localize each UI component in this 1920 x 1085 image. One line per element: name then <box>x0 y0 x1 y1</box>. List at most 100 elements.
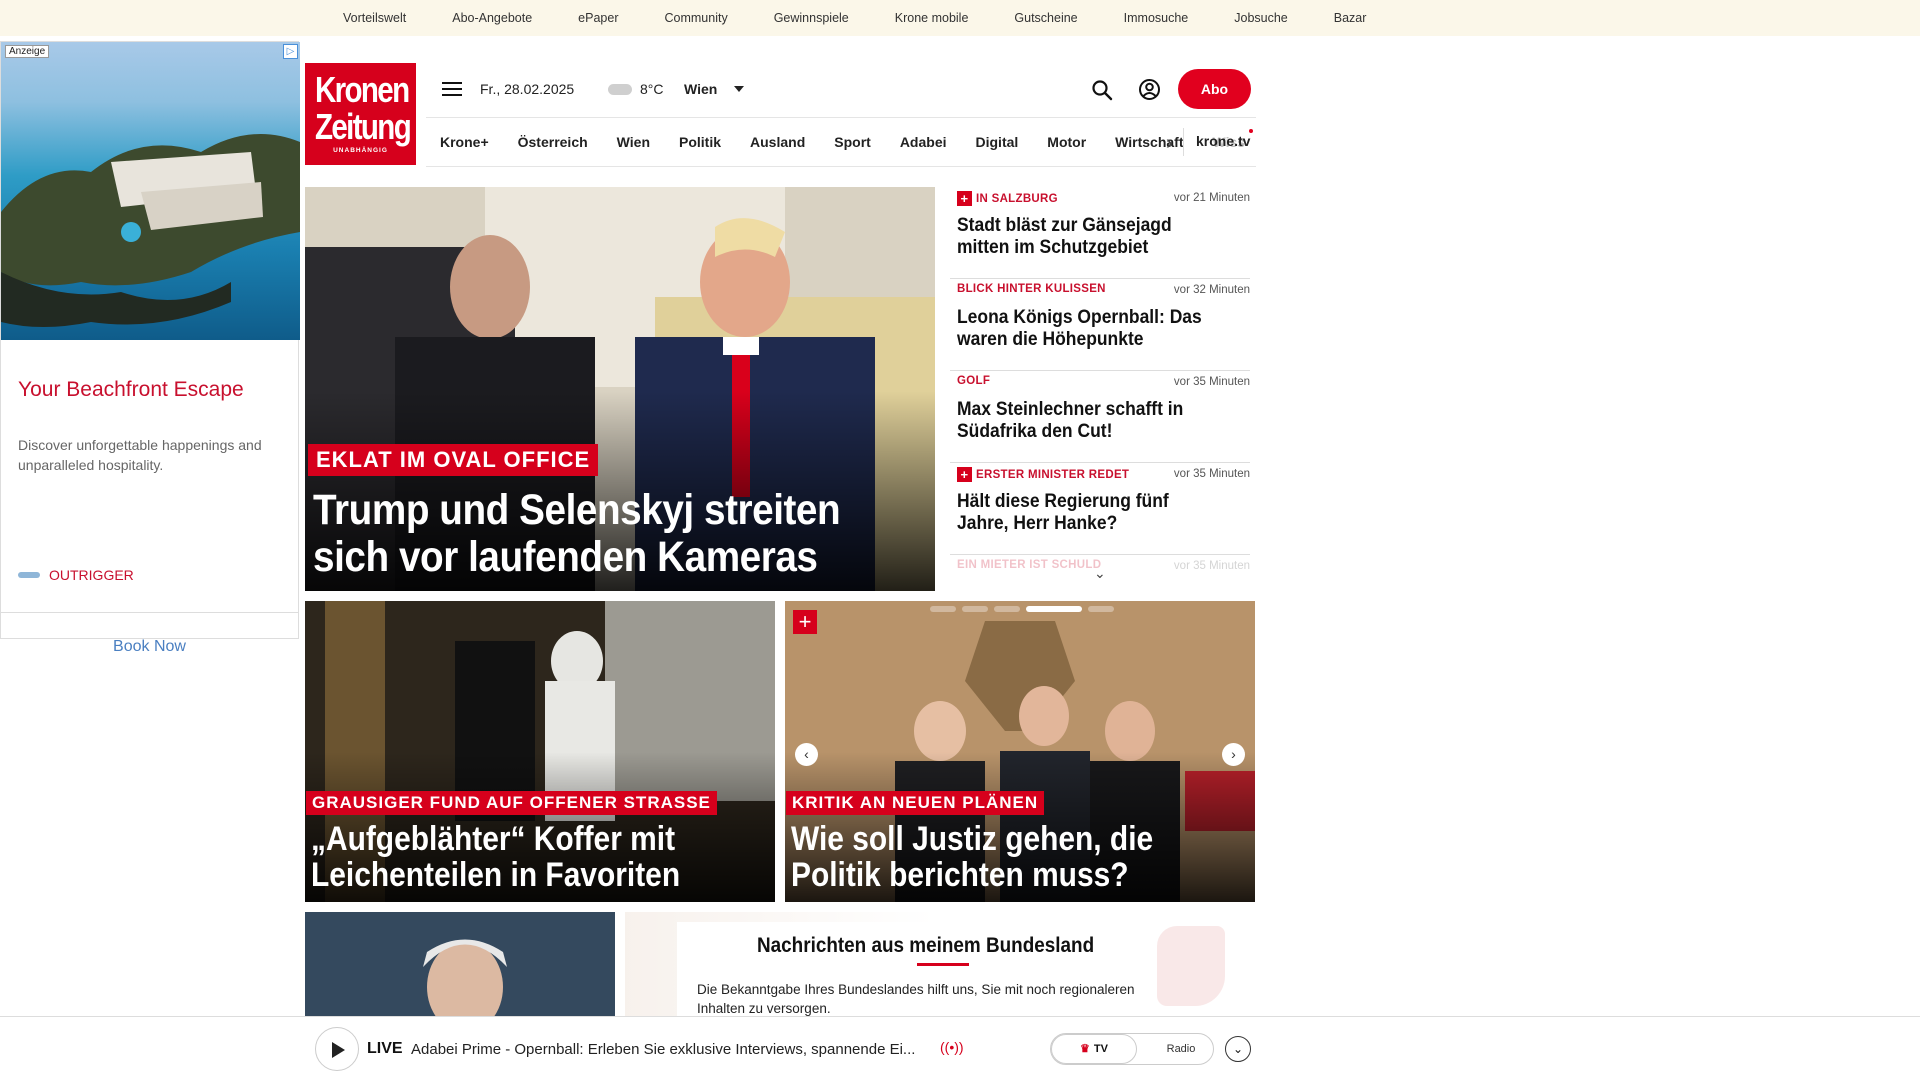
cloud-icon <box>608 84 632 95</box>
news-headline[interactable]: Max Steinlechner schafft in Südafrika de… <box>957 399 1215 443</box>
news-category: + IN SALZBURG <box>957 191 1058 206</box>
radio-toggle-button[interactable]: Radio <box>1151 1034 1211 1064</box>
link-immosuche[interactable]: Immosuche <box>1124 11 1189 25</box>
live-description[interactable]: Adabei Prime - Opernball: Erleben Sie ex… <box>411 1041 915 1058</box>
news-category-label: EIN MIETER IST SCHULD <box>957 559 1102 571</box>
ad-brand[interactable]: OUTRIGGER <box>18 567 134 583</box>
news-item[interactable]: + ERSTER MINISTER REDET vor 35 Minuten Hä… <box>950 463 1250 555</box>
show-more-chevron-icon[interactable]: ⌄ <box>1094 565 1106 582</box>
nav-item-sport[interactable]: Sport <box>834 134 871 150</box>
top-service-bar: Vorteilswelt Abo-Angebote ePaper Communi… <box>0 0 1920 36</box>
news-category-label: BLICK HINTER KULISSEN <box>957 283 1106 295</box>
main-navigation: Krone+ Österreich Wien Politik Ausland S… <box>426 117 1256 167</box>
nav-item-motor[interactable]: Motor <box>1047 134 1086 150</box>
search-icon[interactable] <box>1091 79 1113 101</box>
link-bazar[interactable]: Bazar <box>1334 11 1367 25</box>
link-jobsuche[interactable]: Jobsuche <box>1234 11 1288 25</box>
nav-item-politik[interactable]: Politik <box>679 134 721 150</box>
news-item[interactable]: + IN SALZBURG vor 21 Minuten Stadt bläst … <box>950 187 1250 279</box>
tv-toggle-label: TV <box>1093 1043 1108 1055</box>
current-date: Fr., 28.02.2025 <box>480 81 575 97</box>
link-gewinnspiele[interactable]: Gewinnspiele <box>774 11 849 25</box>
hamburger-menu-icon[interactable] <box>442 82 462 96</box>
nav-item-adabei[interactable]: Adabei <box>900 134 947 150</box>
ad-brand-name: OUTRIGGER <box>49 567 134 583</box>
news-time: vor 35 Minuten <box>1173 376 1250 388</box>
teaser-title[interactable]: „Aufgeblähter“ Koffer mit Leichenteilen … <box>311 821 725 893</box>
krone-plus-icon: + <box>957 467 972 482</box>
link-krone-mobile[interactable]: Krone mobile <box>895 11 969 25</box>
outrigger-logo-icon <box>18 572 40 578</box>
slider-next-icon[interactable]: › <box>1222 743 1245 766</box>
temperature: 8°C <box>640 81 664 97</box>
news-headline[interactable]: Hält diese Regierung fünf Jahre, Herr Ha… <box>957 491 1215 535</box>
krone-plus-icon: + <box>957 191 972 206</box>
krone-plus-icon: + <box>793 610 817 634</box>
expand-player-icon[interactable]: ⌄ <box>1225 1036 1251 1062</box>
logo-line1: Kronen <box>314 69 410 110</box>
slider-dot[interactable] <box>962 606 988 612</box>
teaser-slider-article[interactable]: + ‹ › KRITIK AN NEUEN PLÄNEN Wie soll Ju… <box>785 601 1255 902</box>
news-category-label: IN SALZBURG <box>976 192 1058 205</box>
link-epaper[interactable]: ePaper <box>578 11 618 25</box>
news-time: vor 21 Minuten <box>1173 192 1250 204</box>
adchoices-icon[interactable]: ▷ <box>283 44 298 59</box>
austria-map-icon <box>1157 926 1225 1006</box>
teaser-title[interactable]: Wie soll Justiz gehen, die Politik beric… <box>791 821 1205 893</box>
news-time: vor 32 Minuten <box>1173 284 1250 296</box>
link-community[interactable]: Community <box>664 11 727 25</box>
slider-dot[interactable] <box>930 606 956 612</box>
play-button[interactable] <box>315 1027 359 1071</box>
nav-item-oesterreich[interactable]: Österreich <box>518 134 588 150</box>
user-account-icon[interactable] <box>1138 78 1161 101</box>
hero-title[interactable]: Trump und Selenskyj streiten sich vor la… <box>313 487 862 581</box>
title-underline <box>917 963 969 966</box>
nav-item-kroneplus[interactable]: Krone+ <box>440 134 489 150</box>
service-links: Vorteilswelt Abo-Angebote ePaper Communi… <box>343 0 1412 36</box>
news-headline[interactable]: Stadt bläst zur Gänsejagd mitten im Schu… <box>957 215 1215 259</box>
ad-headline[interactable]: Your Beachfront Escape <box>18 378 244 402</box>
chevron-down-icon[interactable] <box>734 86 744 92</box>
nav-scroll-right-icon[interactable]: › <box>1166 132 1173 155</box>
news-item[interactable]: BLICK HINTER KULISSEN vor 32 Minuten Leo… <box>950 279 1250 371</box>
teaser-article[interactable]: GRAUSIGER FUND AUF OFFENER STRASSE „Aufg… <box>305 601 775 902</box>
advertisement[interactable]: Anzeige ▷ Your Beachfront Escape Discove… <box>0 41 300 655</box>
nav-item-wien[interactable]: Wien <box>617 134 650 150</box>
link-gutscheine[interactable]: Gutscheine <box>1014 11 1077 25</box>
nav-item-ausland[interactable]: Ausland <box>750 134 805 150</box>
news-item[interactable]: GOLF vor 35 Minuten Max Steinlechner sch… <box>950 371 1250 463</box>
news-headline[interactable]: Leona Königs Opernball: Das waren die Hö… <box>957 307 1215 351</box>
hero-article[interactable]: EKLAT IM OVAL OFFICE Trump und Selenskyj… <box>305 187 935 591</box>
news-category: GOLF <box>957 375 990 387</box>
slider-pagination <box>930 606 1114 612</box>
slider-dot[interactable] <box>994 606 1020 612</box>
nav-items: Krone+ Österreich Wien Politik Ausland S… <box>440 118 1245 166</box>
nav-item-digital[interactable]: Digital <box>976 134 1019 150</box>
nav-separator <box>1183 128 1184 156</box>
bundesland-text: Die Bekanntgabe Ihres Bundeslandes hilft… <box>697 982 1135 1016</box>
news-time: vor 35 Minuten <box>1173 468 1250 480</box>
nav-item-krone-tv[interactable]: krone.tv <box>1196 133 1250 149</box>
tv-radio-toggle: ♛ TV Radio <box>1050 1033 1214 1065</box>
live-player-bar: LIVE Adabei Prime - Opernball: Erleben S… <box>0 1016 1920 1080</box>
ad-image[interactable]: Anzeige ▷ <box>1 42 300 340</box>
news-category: + ERSTER MINISTER REDET <box>957 467 1129 482</box>
news-category: EIN MIETER IST SCHULD <box>957 559 1101 571</box>
nav-item-wirtschaft[interactable]: Wirtschaft <box>1115 134 1183 150</box>
abo-button[interactable]: Abo <box>1178 69 1251 109</box>
slider-dot-active[interactable] <box>1026 606 1082 612</box>
book-now-button[interactable]: Book Now <box>1 638 298 656</box>
latest-news-list: + IN SALZBURG vor 21 Minuten Stadt bläst … <box>950 187 1250 587</box>
ad-divider <box>1 612 298 613</box>
link-abo-angebote[interactable]: Abo-Angebote <box>452 11 532 25</box>
news-category-label: ERSTER MINISTER REDET <box>976 468 1130 481</box>
link-vorteilswelt[interactable]: Vorteilswelt <box>343 11 406 25</box>
logo-tagline: UNABHÄNGIG <box>333 147 388 154</box>
ad-description: Discover unforgettable happenings and un… <box>18 437 262 473</box>
slider-prev-icon[interactable]: ‹ <box>795 743 818 766</box>
krone-logo[interactable]: Kronen Zeitung UNABHÄNGIG <box>305 63 416 165</box>
news-time: vor 35 Minuten <box>1173 560 1250 572</box>
slider-dot[interactable] <box>1088 606 1114 612</box>
tv-toggle-button[interactable]: ♛ TV <box>1051 1034 1137 1064</box>
city-select[interactable]: Wien <box>684 81 717 97</box>
